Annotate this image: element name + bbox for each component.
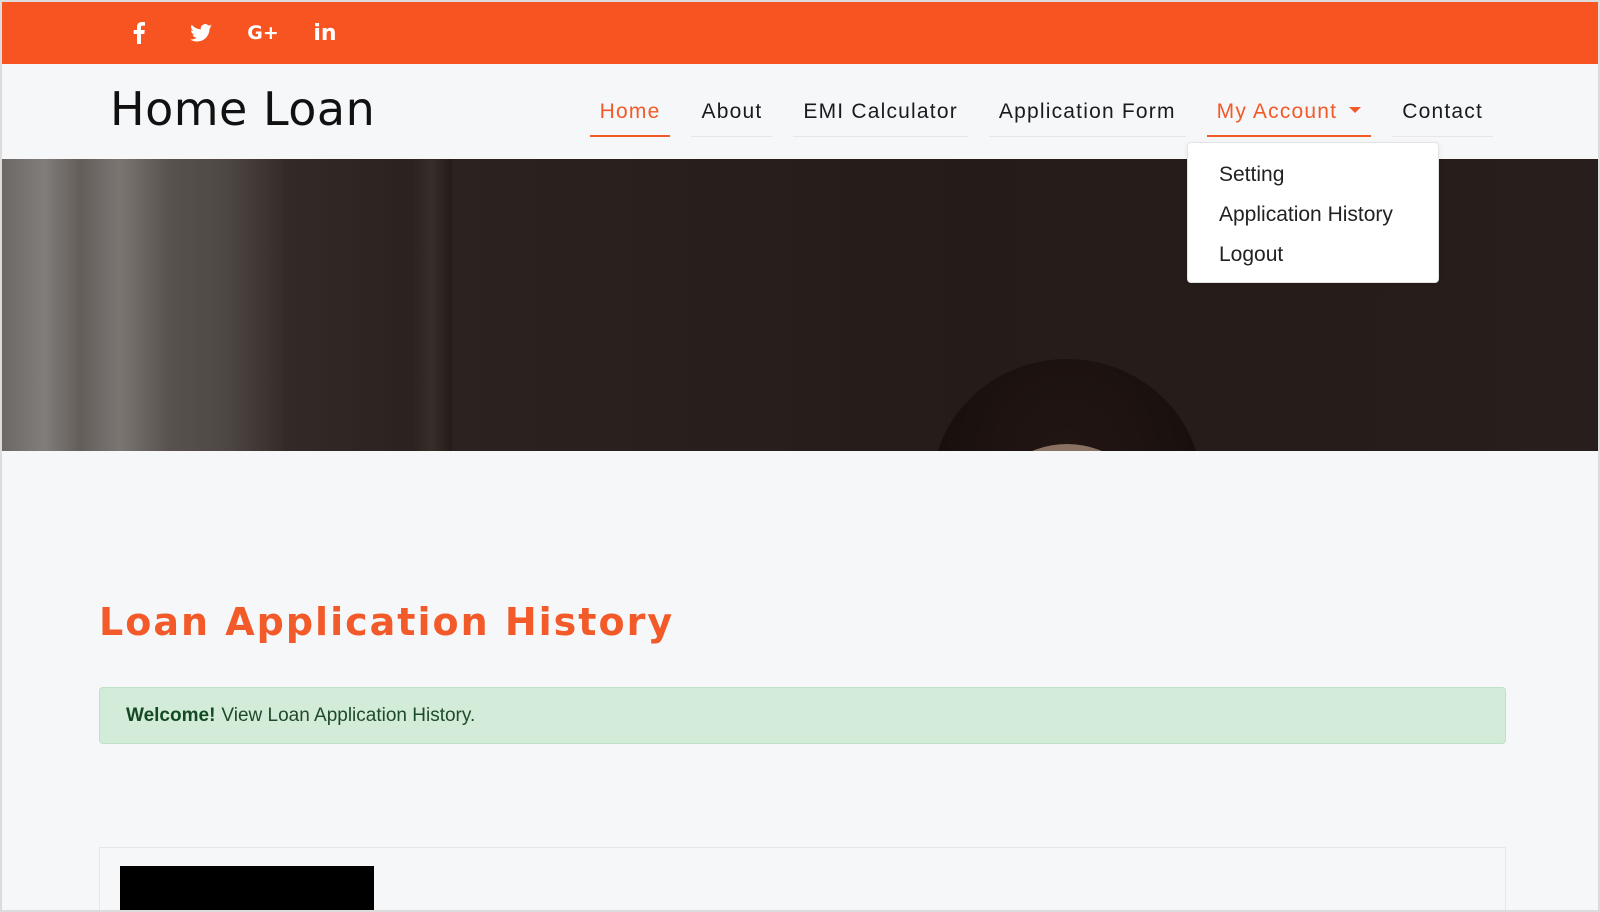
welcome-alert: Welcome! View Loan Application History. (99, 687, 1506, 744)
twitter-icon[interactable] (170, 2, 232, 64)
caret-down-icon (1349, 106, 1362, 113)
nav-about[interactable]: About (691, 64, 773, 159)
dropdown-item-application-history[interactable]: Application History (1188, 195, 1438, 235)
google-plus-icon[interactable]: G+ (232, 2, 294, 64)
dropdown-item-logout[interactable]: Logout (1188, 235, 1438, 275)
nav-emi-calculator[interactable]: EMI Calculator (793, 64, 968, 159)
page: G+ in Home Loan Home About EMI Calculato… (0, 0, 1600, 912)
nav-my-account-label: My Account (1216, 99, 1338, 123)
redacted-block (120, 866, 374, 910)
social-links: G+ in (108, 2, 356, 64)
nav-application-form[interactable]: Application Form (988, 64, 1186, 159)
brand-logo[interactable]: Home Loan (110, 82, 375, 136)
alert-strong-text: Welcome! (126, 704, 216, 726)
social-topbar: G+ in (2, 2, 1598, 64)
nav-home[interactable]: Home (589, 64, 671, 159)
alert-message: View Loan Application History. (221, 704, 476, 726)
linkedin-label: in (313, 20, 337, 46)
dropdown-item-setting[interactable]: Setting (1188, 155, 1438, 195)
history-card (99, 847, 1506, 910)
page-title: Loan Application History (99, 600, 675, 644)
linkedin-icon[interactable]: in (294, 2, 356, 64)
account-dropdown-menu: Setting Application History Logout (1187, 142, 1439, 283)
facebook-icon[interactable] (108, 2, 170, 64)
google-plus-label: G+ (247, 22, 279, 44)
